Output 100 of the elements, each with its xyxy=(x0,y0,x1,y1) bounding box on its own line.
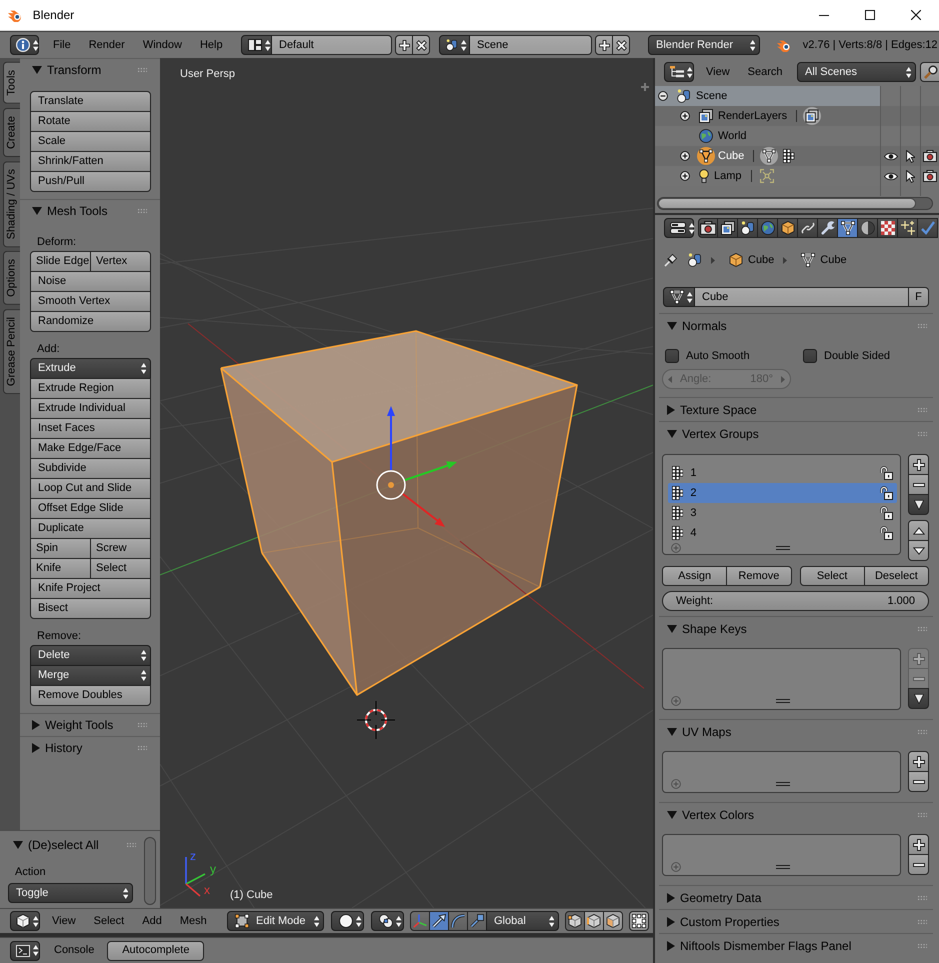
expand-plus-icon[interactable] xyxy=(680,111,690,121)
scrollbar[interactable] xyxy=(657,197,933,210)
tool-button[interactable]: Select xyxy=(90,558,151,579)
list-row[interactable]: 1 xyxy=(668,463,897,483)
grip-dots-icon[interactable] xyxy=(918,920,927,924)
tool-button[interactable]: Knife Project xyxy=(30,578,151,599)
expand-plus-icon[interactable] xyxy=(680,171,690,181)
expand-plus-icon[interactable] xyxy=(680,151,690,161)
tool-button[interactable]: Duplicate xyxy=(30,518,151,539)
camera-icon[interactable] xyxy=(923,150,937,162)
list-row[interactable]: 3 xyxy=(668,503,897,523)
tree-item[interactable]: Lamp xyxy=(655,166,880,186)
tool-button[interactable]: Inset Faces xyxy=(30,418,151,439)
editor-type-menu[interactable] xyxy=(664,218,694,238)
remove-button[interactable] xyxy=(908,474,929,495)
menu-item[interactable]: Console xyxy=(45,940,104,960)
select-mode-toggle[interactable] xyxy=(584,911,604,931)
tool-button[interactable]: Subdivide xyxy=(30,458,151,479)
tree-item[interactable]: World xyxy=(655,126,880,146)
grip-dots-icon[interactable] xyxy=(918,730,927,734)
grip-dots-icon[interactable] xyxy=(138,746,147,750)
resize-grip-icon[interactable] xyxy=(776,546,790,550)
orientation-dropdown[interactable]: Global xyxy=(486,911,559,931)
tool-button[interactable]: Scale xyxy=(30,131,151,152)
menu-item[interactable]: Mesh xyxy=(170,911,216,931)
menu-item[interactable]: File xyxy=(44,35,80,55)
open-padlock-icon[interactable] xyxy=(880,466,893,480)
properties-tab[interactable] xyxy=(878,218,898,238)
properties-tab[interactable] xyxy=(858,218,878,238)
panel-header[interactable]: Vertex Groups xyxy=(667,422,759,445)
resize-grip-icon[interactable] xyxy=(776,782,790,786)
tool-button[interactable]: Bisect xyxy=(30,598,151,619)
manipulator-toggle[interactable] xyxy=(410,911,430,931)
panel-header[interactable]: Niftools Dismember Flags Panel xyxy=(667,934,852,957)
resize-grip-icon[interactable] xyxy=(776,865,790,869)
tool-button[interactable]: Extrude Individual xyxy=(30,398,151,419)
move-down-button[interactable] xyxy=(908,540,929,561)
panel-header[interactable]: UV Maps xyxy=(667,720,732,743)
layout-browse-button[interactable] xyxy=(241,35,272,55)
occlude-toggle[interactable] xyxy=(629,911,649,931)
eye-icon[interactable] xyxy=(884,152,898,160)
panel-header[interactable]: Shape Keys xyxy=(667,617,747,640)
weight-field[interactable]: Weight: 1.000 xyxy=(662,591,929,611)
scene-browse-button[interactable] xyxy=(439,35,470,55)
list-row[interactable]: 2 xyxy=(668,483,897,503)
grip-dots-icon[interactable] xyxy=(918,324,927,328)
manipulator-toggle[interactable] xyxy=(467,911,487,931)
dropdown-menu[interactable]: Merge xyxy=(30,665,151,686)
menu-item[interactable]: Render xyxy=(80,35,134,55)
select-mode-toggle[interactable] xyxy=(565,911,585,931)
properties-tab[interactable] xyxy=(778,218,798,238)
tool-button[interactable]: Offset Edge Slide xyxy=(30,498,151,519)
editor-type-menu[interactable] xyxy=(10,911,40,931)
scene-name-field[interactable]: Scene xyxy=(470,35,592,55)
checkbox[interactable] xyxy=(665,349,679,363)
menu-item[interactable]: View xyxy=(697,62,739,82)
manipulator-toggle[interactable] xyxy=(429,911,449,931)
specials-menu-button[interactable] xyxy=(908,688,929,709)
grip-dots-icon[interactable] xyxy=(918,944,927,948)
tool-button[interactable]: Shrink/Fatten xyxy=(30,151,151,172)
tree-item[interactable]: Cube xyxy=(655,146,880,166)
tool-button[interactable]: Remove Doubles xyxy=(30,685,151,706)
add-button[interactable] xyxy=(395,35,413,55)
tool-button[interactable]: Spin xyxy=(30,538,91,559)
remove-button[interactable] xyxy=(908,771,929,792)
tool-button[interactable]: Extrude Region xyxy=(30,378,151,399)
menu-item[interactable]: Window xyxy=(134,35,191,55)
add-button[interactable] xyxy=(595,35,613,55)
tree-item[interactable]: RenderLayers xyxy=(655,106,880,126)
scrollbar[interactable] xyxy=(144,837,156,905)
grip-dots-icon[interactable] xyxy=(918,432,927,436)
mode-dropdown[interactable]: Edit Mode xyxy=(227,911,324,931)
open-padlock-icon[interactable] xyxy=(880,486,893,500)
properties-tab[interactable] xyxy=(758,218,778,238)
panel-header[interactable]: Normals xyxy=(667,314,727,337)
name-field[interactable]: Cube xyxy=(695,287,909,307)
shading-dropdown[interactable] xyxy=(331,911,364,931)
tool-button[interactable]: Make Edge/Face xyxy=(30,438,151,459)
editor-type-menu[interactable] xyxy=(10,940,40,960)
properties-tab[interactable] xyxy=(898,218,918,238)
properties-tab[interactable] xyxy=(818,218,838,238)
action-button[interactable]: Deselect xyxy=(864,566,929,586)
editor-type-menu[interactable] xyxy=(10,35,39,55)
tool-button[interactable]: Randomize xyxy=(30,311,151,332)
specials-menu-button[interactable] xyxy=(908,494,929,515)
tool-button[interactable]: Rotate xyxy=(30,111,151,132)
add-button[interactable] xyxy=(908,454,929,475)
menu-item[interactable]: Search xyxy=(738,62,792,82)
collapse-minus-icon[interactable] xyxy=(658,91,668,101)
grip-dots-icon[interactable] xyxy=(918,812,927,816)
open-padlock-icon[interactable] xyxy=(880,506,893,520)
remove-button[interactable] xyxy=(908,854,929,875)
panel-header[interactable]: History xyxy=(32,737,82,759)
tool-button[interactable]: Vertex xyxy=(90,251,151,272)
menu-item[interactable]: Add xyxy=(133,911,171,931)
plus-icon[interactable] xyxy=(641,83,649,91)
tool-button[interactable]: Smooth Vertex xyxy=(30,291,151,312)
properties-tab[interactable] xyxy=(838,218,858,238)
delete-button[interactable] xyxy=(612,35,630,55)
tool-button[interactable]: Translate xyxy=(30,91,151,112)
